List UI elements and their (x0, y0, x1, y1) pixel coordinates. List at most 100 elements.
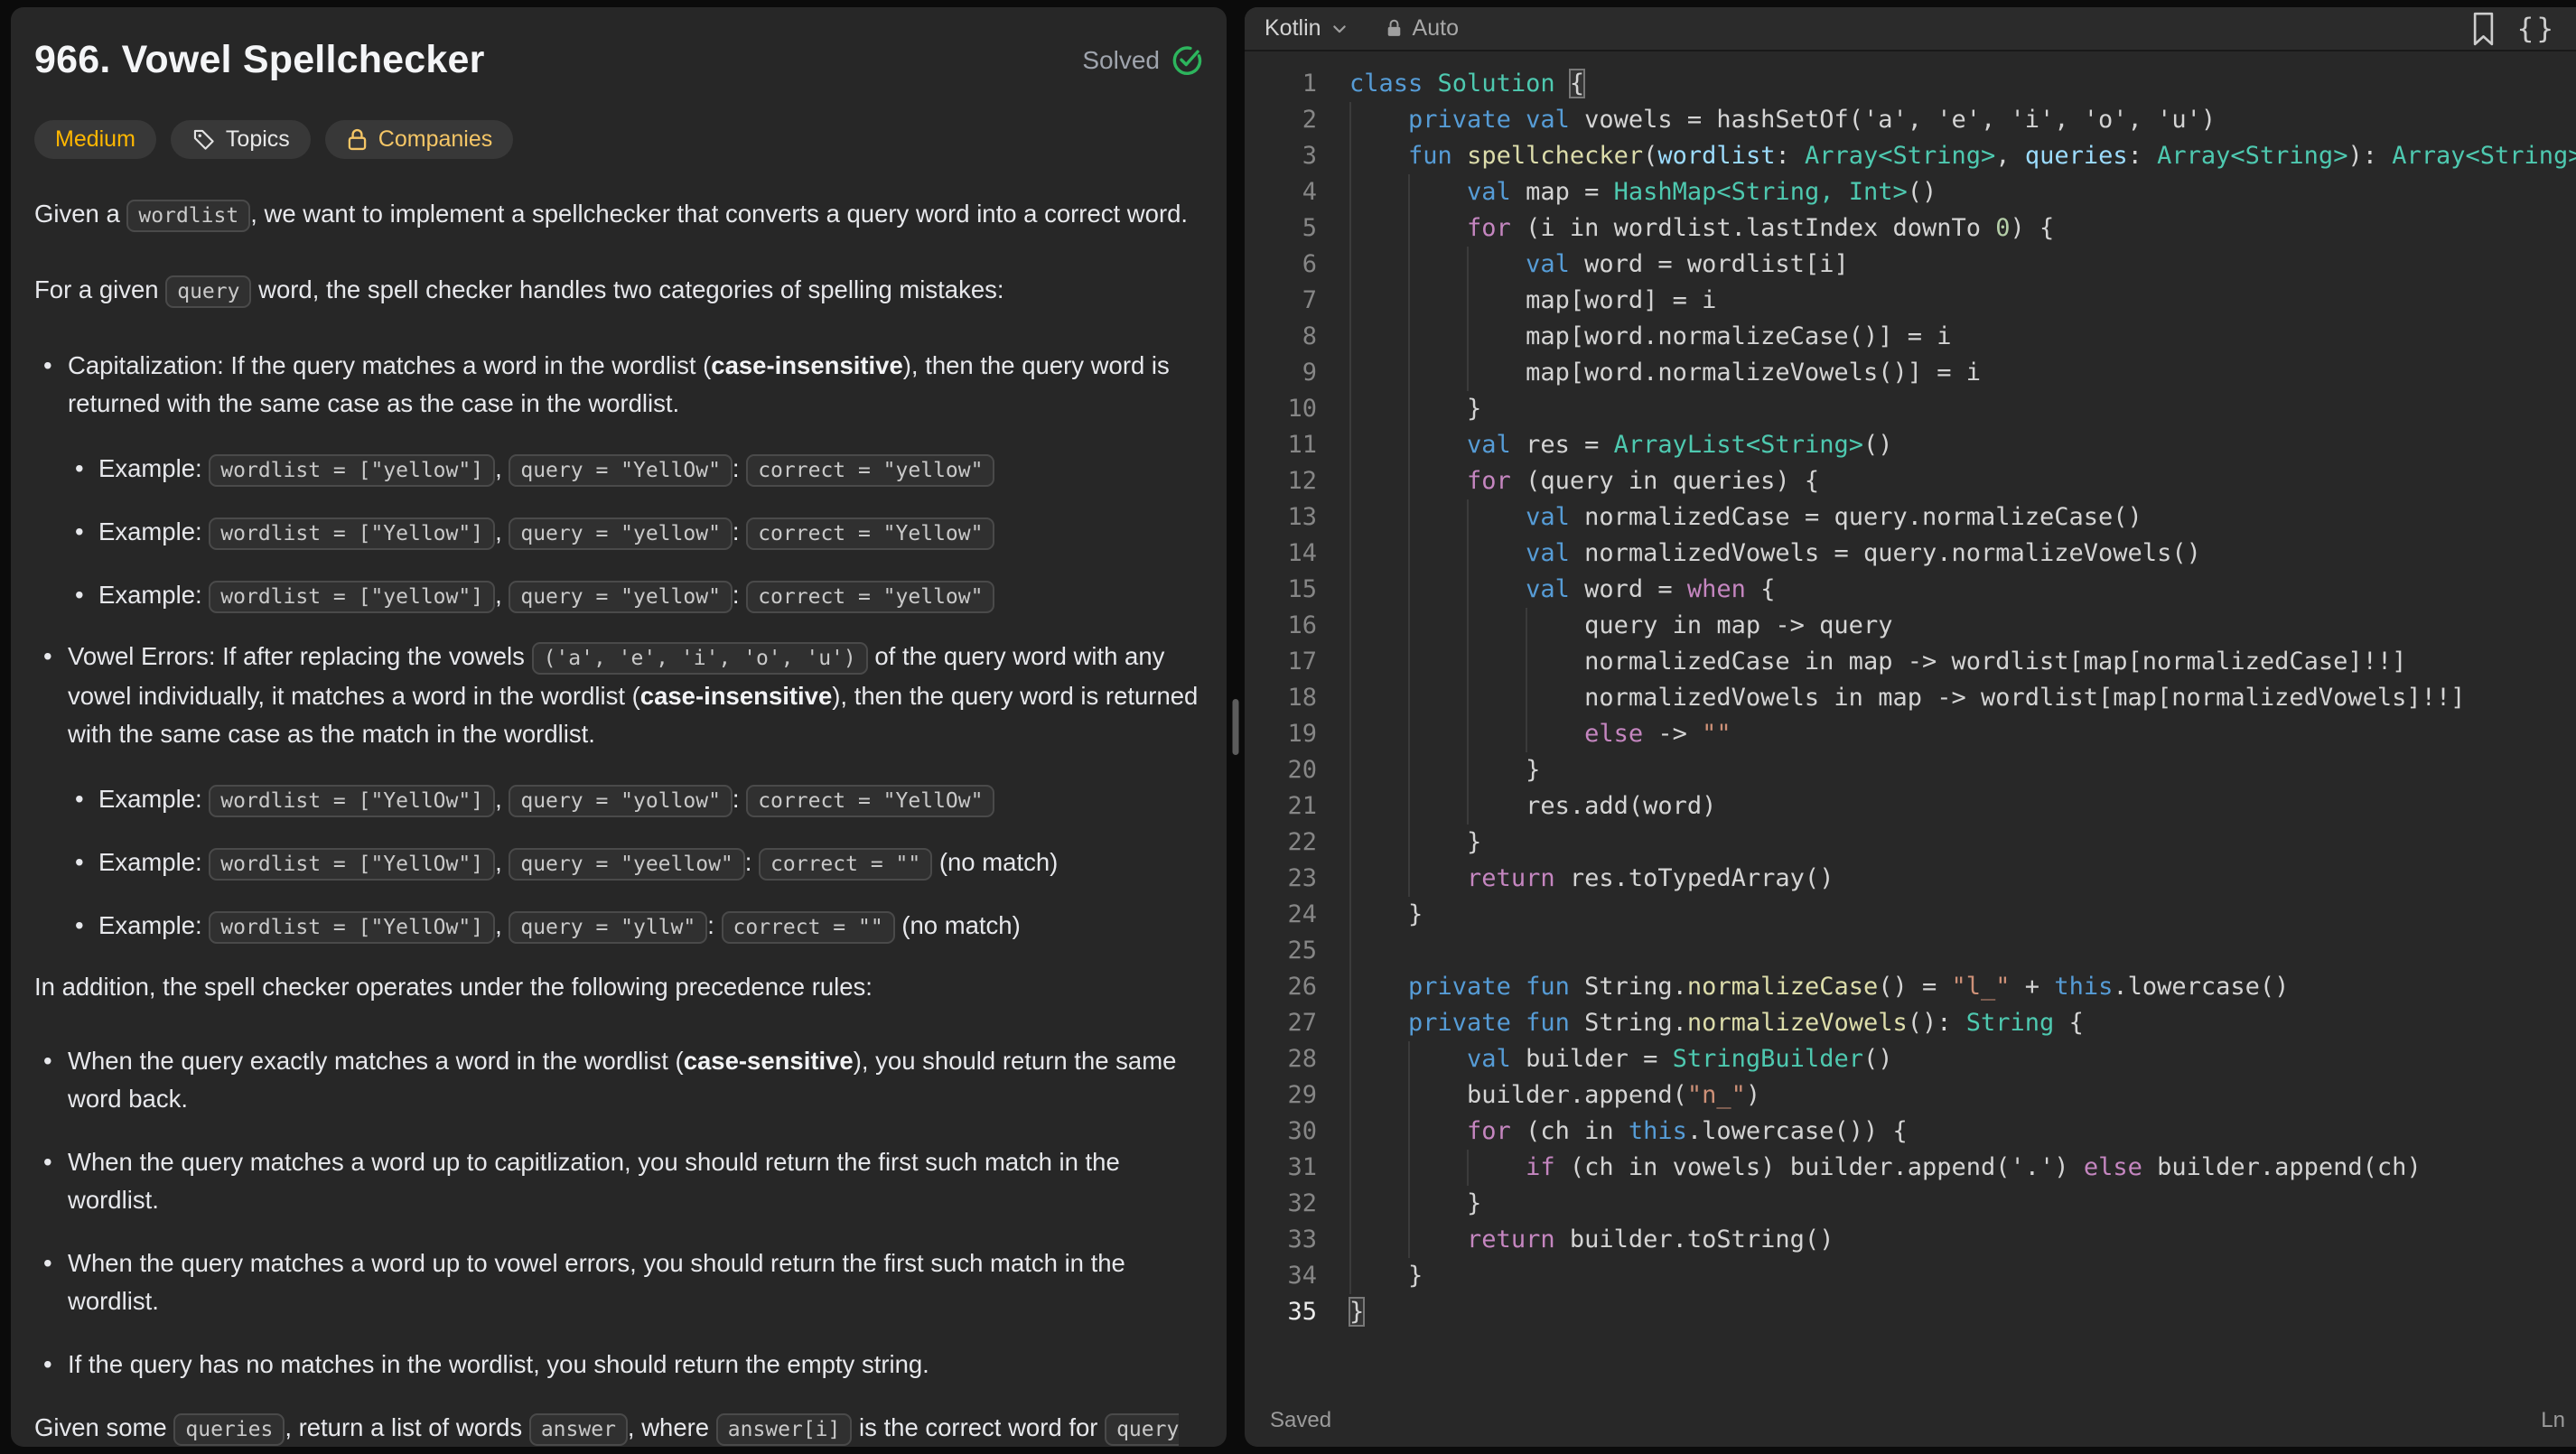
text-segment: , (495, 454, 509, 482)
code-line[interactable]: 18 normalizedVowels in map -> wordlist[m… (1245, 680, 2576, 716)
code-line[interactable]: 24 } (1245, 897, 2576, 933)
code-line[interactable]: 12 for (query in queries) { (1245, 463, 2576, 499)
line-number: 33 (1245, 1222, 1317, 1258)
code-line[interactable]: 33 return builder.toString() (1245, 1222, 2576, 1258)
code-line[interactable]: 29 builder.append("n_") (1245, 1077, 2576, 1114)
code-line-content: normalizedCase in map -> wordlist[map[no… (1317, 644, 2576, 680)
code-line[interactable]: 11 val res = ArrayList<String>() (1245, 427, 2576, 463)
code-line[interactable]: 7 map[word] = i (1245, 283, 2576, 319)
text-segment: , (495, 785, 509, 813)
line-number: 35 (1245, 1294, 1317, 1330)
code-line[interactable]: 21 res.add(word) (1245, 788, 2576, 825)
bullet-marker: • (75, 574, 84, 616)
difficulty-label: Medium (55, 126, 135, 153)
code-line[interactable]: 20 } (1245, 752, 2576, 788)
indent-guide (1349, 861, 1351, 897)
code-line-content: return builder.toString() (1317, 1222, 2576, 1258)
code-line[interactable]: 25 (1245, 933, 2576, 969)
indent-guide (1349, 608, 1351, 644)
panel-resize-handle[interactable] (1227, 7, 1245, 1447)
indent-guide (1408, 1222, 1410, 1258)
code-line[interactable]: 10 } (1245, 391, 2576, 427)
indent-guide (1467, 644, 1469, 680)
indent-guide (1349, 463, 1351, 499)
code-line[interactable]: 27 private fun String.normalizeVowels():… (1245, 1005, 2576, 1041)
difficulty-badge[interactable]: Medium (34, 120, 156, 159)
code-editor[interactable]: 1class Solution {2 private val vowels = … (1245, 51, 2576, 1394)
code-line[interactable]: 15 val word = when { (1245, 572, 2576, 608)
code-line[interactable]: 16 query in map -> query (1245, 608, 2576, 644)
line-number: 19 (1245, 716, 1317, 752)
inline-code: answer[i] (716, 1413, 853, 1446)
text-segment: , (495, 848, 509, 876)
indent-guide (1349, 1114, 1351, 1150)
line-number: 12 (1245, 463, 1317, 499)
code-line-content: else -> "" (1317, 716, 2576, 752)
code-line-content: map[word.normalizeVowels()] = i (1317, 355, 2576, 391)
editor-statusbar: Saved Ln (1245, 1394, 2576, 1447)
code-line-content: class Solution { (1317, 66, 2576, 102)
companies-button[interactable]: Companies (325, 120, 513, 159)
indent-guide (1349, 1150, 1351, 1186)
line-number: 15 (1245, 572, 1317, 608)
code-line[interactable]: 8 map[word.normalizeCase()] = i (1245, 319, 2576, 355)
text-segment: , where (628, 1413, 716, 1441)
code-line[interactable]: 2 private val vowels = hashSetOf('a', 'e… (1245, 102, 2576, 138)
description-bullet: •When the query matches a word up to cap… (34, 1143, 1203, 1219)
indent-guide (1408, 1041, 1410, 1077)
description-bullet: •Example: wordlist = ["yellow"], query =… (34, 574, 1203, 618)
description-bullet: •Example: wordlist = ["YellOw"], query =… (34, 778, 1203, 822)
editor-toolbar: Kotlin Auto (1245, 7, 2576, 51)
code-line[interactable]: 1class Solution { (1245, 66, 2576, 102)
indent-guide (1408, 1150, 1410, 1186)
code-line[interactable]: 31 if (ch in vowels) builder.append('.')… (1245, 1150, 2576, 1186)
code-line[interactable]: 28 val builder = StringBuilder() (1245, 1041, 2576, 1077)
code-line-content: if (ch in vowels) builder.append('.') el… (1317, 1150, 2576, 1186)
code-line[interactable]: 3 fun spellchecker(wordlist: Array<Strin… (1245, 138, 2576, 174)
bullet-marker: • (43, 1143, 52, 1181)
code-line[interactable]: 19 else -> "" (1245, 716, 2576, 752)
indent-guide (1349, 427, 1351, 463)
format-code-button[interactable]: {} (2517, 13, 2556, 45)
code-line-content: for (ch in this.lowercase()) { (1317, 1114, 2576, 1150)
text-segment: (no match) (932, 848, 1058, 876)
code-line[interactable]: 32 } (1245, 1186, 2576, 1222)
bookmark-button[interactable] (2469, 11, 2497, 47)
inline-code: queries (173, 1413, 285, 1446)
problem-scroll-area[interactable]: 966. Vowel Spellchecker Solved Medium (11, 7, 1227, 1447)
code-line[interactable]: 4 val map = HashMap<String, Int>() (1245, 174, 2576, 210)
indent-guide (1467, 499, 1469, 536)
indent-guide (1349, 102, 1351, 138)
code-line[interactable]: 34 } (1245, 1258, 2576, 1294)
language-selector[interactable]: Kotlin (1265, 15, 1349, 42)
code-line[interactable]: 35} (1245, 1294, 2576, 1330)
bold-text: case-sensitive (684, 1047, 854, 1075)
code-line[interactable]: 26 private fun String.normalizeCase() = … (1245, 969, 2576, 1005)
text-segment: : (733, 785, 746, 813)
code-line[interactable]: 5 for (i in wordlist.lastIndex downTo 0)… (1245, 210, 2576, 247)
line-number: 14 (1245, 536, 1317, 572)
line-number: 16 (1245, 608, 1317, 644)
line-number: 4 (1245, 174, 1317, 210)
text-segment: Vowel Errors: If after replacing the vow… (68, 642, 532, 670)
line-number: 24 (1245, 897, 1317, 933)
code-line-content (1317, 933, 2576, 969)
text-segment: Given some (34, 1413, 173, 1441)
code-line[interactable]: 14 val normalizedVowels = query.normaliz… (1245, 536, 2576, 572)
cursor-position: Ln (2541, 1408, 2565, 1433)
code-line[interactable]: 30 for (ch in this.lowercase()) { (1245, 1114, 2576, 1150)
indent-guide (1526, 716, 1527, 752)
code-line[interactable]: 17 normalizedCase in map -> wordlist[map… (1245, 644, 2576, 680)
code-line-content: } (1317, 752, 2576, 788)
code-line[interactable]: 6 val word = wordlist[i] (1245, 247, 2576, 283)
code-line[interactable]: 13 val normalizedCase = query.normalizeC… (1245, 499, 2576, 536)
topics-button[interactable]: Topics (171, 120, 311, 159)
code-line[interactable]: 23 return res.toTypedArray() (1245, 861, 2576, 897)
inline-code: wordlist = ["YellOw"] (209, 848, 495, 881)
code-line[interactable]: 22 } (1245, 825, 2576, 861)
inline-code: query = "yllw" (509, 911, 707, 944)
autosave-toggle[interactable]: Auto (1385, 15, 1459, 42)
companies-label: Companies (378, 126, 492, 153)
code-line-content: val builder = StringBuilder() (1317, 1041, 2576, 1077)
code-line[interactable]: 9 map[word.normalizeVowels()] = i (1245, 355, 2576, 391)
